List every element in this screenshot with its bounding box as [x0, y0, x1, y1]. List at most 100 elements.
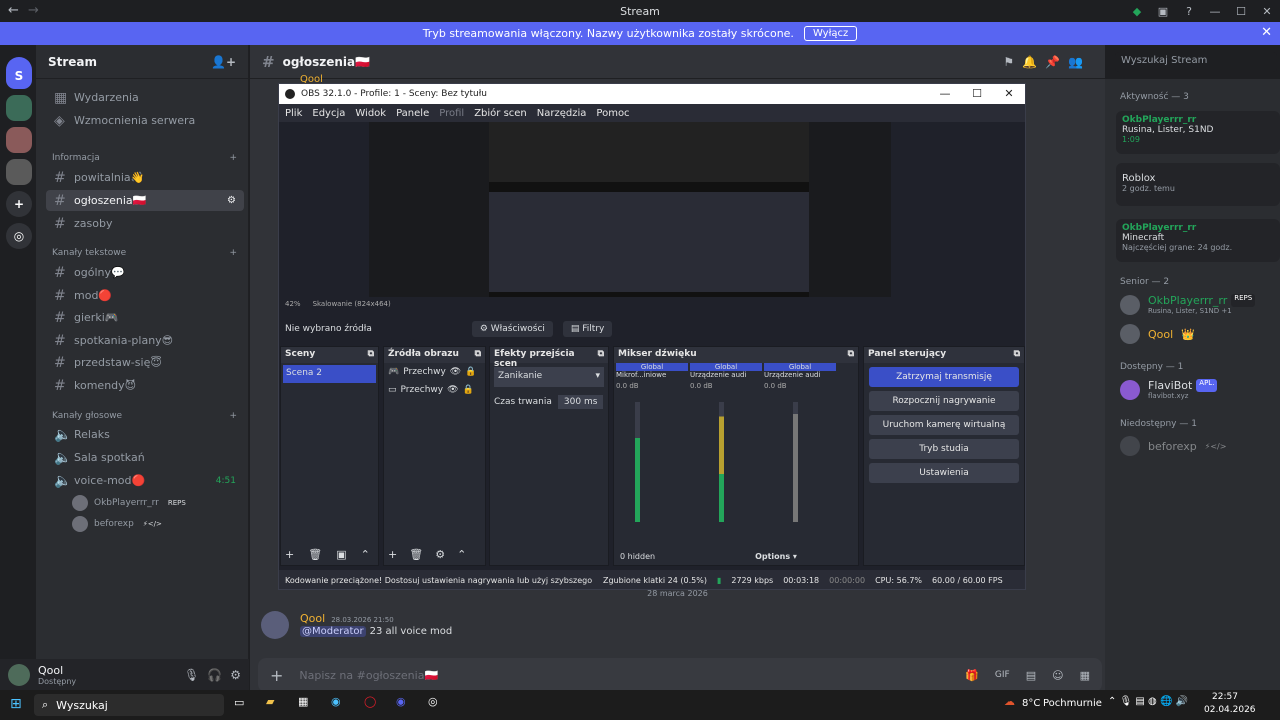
source-props-icon[interactable]: ⚙ [435, 548, 445, 561]
lock-icon[interactable]: 🔒 [465, 367, 476, 377]
remove-source-icon[interactable]: 🗑 [409, 548, 423, 561]
file-explorer-icon[interactable]: ▰ [266, 695, 274, 708]
filters-button[interactable]: ▤ Filtry [562, 321, 613, 337]
gift-icon[interactable]: 🎁 [965, 669, 979, 682]
store-icon[interactable]: ▦ [298, 695, 308, 708]
member-row[interactable]: FlaviBot APL. flavibot.xyz [1120, 379, 1218, 400]
activity-card[interactable]: OkbPlayerrr_rr Rusina, Lister, S1ND 1:09 [1116, 111, 1280, 154]
back-arrow-icon[interactable]: ← [8, 3, 19, 18]
help-icon[interactable]: ? [1176, 5, 1202, 18]
scene-item[interactable]: Scena 2 [283, 365, 376, 383]
headphones-icon[interactable]: 🎧 [207, 668, 222, 682]
forward-arrow-icon[interactable]: → [28, 3, 39, 18]
member-row[interactable]: OkbPlayerrr_rr REPS Rusina, Lister, S1ND +… [1120, 294, 1256, 315]
obs-minimize-icon[interactable]: — [929, 84, 961, 104]
menu-narzedzia[interactable]: Narzędzia [537, 108, 587, 119]
channel-komendy[interactable]: # komendy😈 [46, 375, 244, 396]
voice-relaks[interactable]: 🔈 Relaks [46, 424, 244, 445]
avatar[interactable] [261, 611, 289, 639]
member-row[interactable]: beforexp ⚡</> [1120, 436, 1226, 456]
studio-mode-button[interactable]: Tryb studia [869, 439, 1019, 459]
transition-select[interactable]: Zanikanie ▾ [494, 367, 604, 387]
members-icon[interactable]: 👥 [1068, 55, 1083, 69]
obs-taskbar-icon[interactable]: ◎ [428, 695, 438, 708]
menu-widok[interactable]: Widok [355, 108, 386, 119]
voice-sala[interactable]: 🔈 Sala spotkań [46, 447, 244, 468]
banner-close-icon[interactable]: ✕ [1261, 25, 1272, 40]
task-view-icon[interactable]: ▭ [234, 696, 244, 709]
add-channel-icon[interactable]: + [229, 411, 237, 421]
channel-name[interactable]: Mikrof...iniowe [616, 371, 688, 379]
source-item[interactable]: 🎮 Przechwy 👁 🔒 [384, 363, 485, 381]
gif-icon[interactable]: GIF [995, 670, 1010, 680]
windows-start-icon[interactable]: ⊞ [10, 696, 22, 712]
eye-icon[interactable]: 👁 [447, 385, 458, 395]
voice-user[interactable]: beforexp ⚡</> [72, 516, 165, 532]
channel-settings-icon[interactable]: ⚙ [227, 195, 236, 206]
server-header[interactable]: Stream 👤+ [36, 45, 248, 79]
menu-plik[interactable]: Plik [285, 108, 302, 119]
channel-przedstaw[interactable]: # przedstaw-się😇 [46, 352, 244, 373]
menu-edycja[interactable]: Edycja [312, 108, 345, 119]
mention[interactable]: @Moderator [300, 626, 366, 637]
minimize-icon[interactable]: — [1202, 5, 1228, 18]
menu-pomoc[interactable]: Pomoc [596, 108, 629, 119]
start-recording-button[interactable]: Rozpocznij nagrywanie [869, 391, 1019, 411]
add-channel-icon[interactable]: + [229, 248, 237, 258]
menu-zbior-scen[interactable]: Zbiór scen [474, 108, 527, 119]
emoji-icon[interactable]: ☺ [1052, 669, 1063, 682]
add-scene-icon[interactable]: + [285, 548, 294, 561]
bell-icon[interactable]: 🔔 [1022, 55, 1037, 69]
menu-profil[interactable]: Profil [439, 108, 464, 119]
source-item[interactable]: ▭ Przechwy 👁 🔒 [384, 381, 485, 399]
server-icon-2[interactable] [6, 95, 32, 121]
options-button[interactable]: Options ▾ [755, 552, 797, 561]
message-composer[interactable]: + Napisz na #ogłoszenia🇵🇱 🎁 GIF ▤ ☺ ▦ [258, 658, 1102, 692]
add-attachment-icon[interactable]: + [270, 666, 283, 685]
inbox-icon[interactable]: ▣ [1150, 5, 1176, 18]
settings-icon[interactable]: ⚙ [230, 668, 241, 682]
channel-name[interactable]: Urządzenie audi [690, 371, 762, 379]
activity-card[interactable]: OkbPlayerrr_rr Minecraft Najczęściej gra… [1116, 219, 1280, 262]
message-author[interactable]: Qool [300, 612, 325, 625]
voice-mod[interactable]: 🔈 voice-mod🔴 4:51 [46, 470, 244, 491]
pin-icon[interactable]: 📌 [1045, 55, 1060, 69]
channel-ogloszenia[interactable]: # ogłoszenia🇵🇱 ⚙ [46, 190, 244, 211]
threads-icon[interactable]: ⚑ [1003, 55, 1014, 69]
category-voice[interactable]: Kanały głosowe + [52, 411, 237, 421]
obs-maximize-icon[interactable]: ☐ [961, 84, 993, 104]
taskbar-search[interactable]: ⌕ Wyszukaj [34, 694, 224, 716]
apps-icon[interactable]: ▦ [1080, 669, 1090, 682]
microphone-icon[interactable]: 🎙 [184, 668, 199, 682]
server-icon-4[interactable] [6, 159, 32, 185]
eye-icon[interactable]: 👁 [450, 367, 461, 377]
tray-icons[interactable]: ⌃ 🎙 ▤ ◍ 🌐 🔊 [1108, 696, 1188, 707]
channel-name[interactable]: Urządzenie audi [764, 371, 836, 379]
virtual-camera-button[interactable]: Uruchom kamerę wirtualną [869, 415, 1019, 435]
discover-icon[interactable]: ◎ [6, 223, 32, 249]
obs-close-icon[interactable]: ✕ [993, 84, 1025, 104]
move-up-icon[interactable]: ⌃ [457, 548, 466, 561]
add-channel-icon[interactable]: + [229, 153, 237, 163]
properties-button[interactable]: ⚙ Właściwości [471, 321, 553, 337]
menu-panele[interactable]: Panele [396, 108, 429, 119]
add-server-icon[interactable]: + [6, 191, 32, 217]
channel-gierki[interactable]: # gierki🎮 [46, 307, 244, 328]
boosts-item[interactable]: ◈ Wzmocnienia serwera [46, 110, 244, 131]
nitro-icon[interactable]: ◆ [1124, 5, 1150, 18]
channel-mod[interactable]: # mod🔴 [46, 285, 244, 306]
close-icon[interactable]: ✕ [1254, 5, 1280, 18]
discord-taskbar-icon[interactable]: ◉ [396, 695, 406, 708]
opera-icon[interactable]: ◯ [364, 695, 376, 708]
duration-input[interactable]: 300 ms [557, 395, 604, 409]
sticker-icon[interactable]: ▤ [1026, 669, 1036, 682]
member-row[interactable]: Qool 👑 [1120, 324, 1195, 344]
activity-card[interactable]: Roblox 2 godz. temu [1116, 163, 1280, 206]
scene-filter-icon[interactable]: ▣ [336, 548, 346, 561]
add-source-icon[interactable]: + [388, 548, 397, 561]
browser-icon[interactable]: ◉ [331, 695, 341, 708]
zoom-level[interactable]: 42% [285, 300, 301, 308]
invite-icon[interactable]: 👤+ [211, 55, 236, 69]
events-item[interactable]: ▦ Wydarzenia [46, 87, 244, 108]
channel-ogolny[interactable]: # ogólny💬 [46, 262, 244, 283]
